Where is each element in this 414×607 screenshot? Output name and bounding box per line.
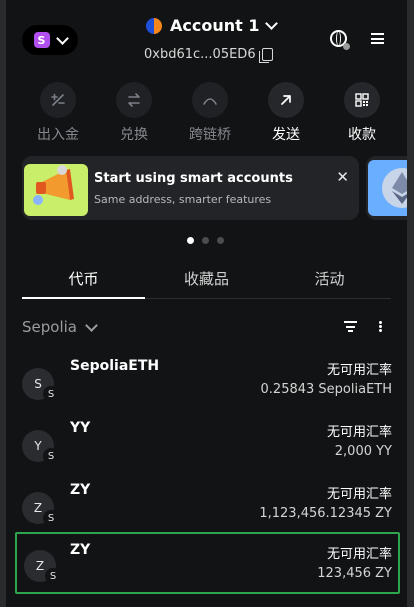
receive-button[interactable]: 收款 bbox=[334, 82, 390, 144]
send-button[interactable]: 发送 bbox=[258, 82, 314, 144]
buy-sell-button[interactable]: 出入金 bbox=[30, 82, 86, 144]
token-rate: 无可用汇率 bbox=[326, 425, 392, 440]
account-picker-button[interactable]: Account 1 bbox=[146, 16, 279, 35]
swap-icon bbox=[116, 82, 152, 118]
token-rate: 无可用汇率 bbox=[326, 487, 392, 502]
buy-sell-label: 出入金 bbox=[37, 127, 79, 143]
account-name: Account 1 bbox=[170, 16, 260, 35]
tab-collectibles[interactable]: 收藏品 bbox=[145, 266, 268, 298]
banner-subtitle: Same address, smarter features bbox=[94, 193, 272, 206]
carousel-dot[interactable] bbox=[187, 237, 194, 244]
network-badge: S bbox=[45, 568, 61, 584]
bridge-button[interactable]: 跨链桥 bbox=[182, 82, 238, 144]
qr-code-icon bbox=[344, 82, 380, 118]
token-balance: 1,123,456.12345 ZY bbox=[259, 506, 392, 521]
chevron-down-icon bbox=[85, 318, 98, 332]
swap-label: 兑换 bbox=[120, 127, 148, 143]
ethereum-illustration bbox=[368, 160, 407, 216]
bridge-label: 跨链桥 bbox=[189, 127, 231, 143]
hamburger-menu-icon[interactable] bbox=[371, 33, 384, 44]
token-row[interactable]: S S SepoliaETH 无可用汇率 0.25843 SepoliaETH bbox=[15, 350, 400, 410]
copy-icon[interactable] bbox=[258, 48, 273, 63]
send-arrow-icon bbox=[268, 82, 304, 118]
token-rate: 无可用汇率 bbox=[326, 363, 392, 378]
carousel-dot[interactable] bbox=[217, 237, 224, 244]
network-badge: S bbox=[43, 386, 59, 402]
network-picker-button[interactable]: S bbox=[22, 25, 78, 55]
action-bar: 出入金 兑换 跨链桥 发送 收款 bbox=[30, 82, 390, 144]
account-avatar bbox=[146, 17, 162, 34]
more-options-icon[interactable] bbox=[379, 321, 382, 332]
tab-activity[interactable]: 活动 bbox=[268, 266, 391, 298]
chevron-down-icon bbox=[55, 31, 69, 45]
address-text: 0xbd61c...05ED6 bbox=[144, 47, 256, 62]
token-name: ZY bbox=[70, 482, 91, 498]
banner-title: Start using smart accounts bbox=[94, 171, 293, 186]
token-name: ZY bbox=[70, 542, 91, 558]
asset-tabs: 代币 收藏品 活动 bbox=[22, 266, 391, 299]
network-filter-button[interactable]: Sepolia bbox=[22, 318, 98, 336]
bridge-icon bbox=[192, 82, 228, 118]
chevron-down-icon bbox=[265, 17, 279, 30]
token-name: YY bbox=[70, 420, 91, 436]
buy-sell-icon bbox=[40, 82, 76, 118]
account-address[interactable]: 0xbd61c...05ED6 bbox=[144, 47, 273, 63]
receive-label: 收款 bbox=[348, 127, 376, 143]
network-badge: S bbox=[43, 448, 59, 464]
token-balance: 0.25843 SepoliaETH bbox=[260, 382, 392, 397]
swap-button[interactable]: 兑换 bbox=[106, 82, 162, 144]
token-row[interactable]: Y S YY 无可用汇率 2,000 YY bbox=[15, 412, 400, 472]
carousel-dot[interactable] bbox=[202, 237, 209, 244]
token-rate: 无可用汇率 bbox=[326, 547, 392, 562]
smart-account-banner[interactable]: Start using smart accounts Same address,… bbox=[22, 156, 359, 220]
token-balance: 123,456 ZY bbox=[317, 566, 392, 581]
token-name: SepoliaETH bbox=[70, 358, 160, 374]
carousel-dots bbox=[187, 237, 224, 244]
background-window-right bbox=[406, 0, 414, 607]
filter-sort-icon[interactable] bbox=[344, 321, 357, 332]
network-badge: S bbox=[43, 510, 59, 526]
megaphone-illustration bbox=[24, 164, 88, 216]
close-icon[interactable]: ✕ bbox=[336, 168, 349, 186]
send-label: 发送 bbox=[272, 127, 300, 143]
token-row-selected[interactable]: Z S ZY 无可用汇率 123,456 ZY bbox=[15, 532, 400, 594]
globe-icon[interactable] bbox=[330, 30, 350, 50]
token-row[interactable]: Z S ZY 无可用汇率 1,123,456.12345 ZY bbox=[15, 474, 400, 534]
wallet-popup: S Account 1 0xbd61c...05ED6 出入金 兑换 跨链桥 发… bbox=[6, 0, 407, 607]
token-balance: 2,000 YY bbox=[334, 444, 392, 459]
tab-tokens[interactable]: 代币 bbox=[22, 266, 145, 299]
network-filter-label: Sepolia bbox=[22, 318, 77, 336]
next-banner-card[interactable] bbox=[366, 156, 407, 220]
network-logo: S bbox=[33, 32, 50, 48]
